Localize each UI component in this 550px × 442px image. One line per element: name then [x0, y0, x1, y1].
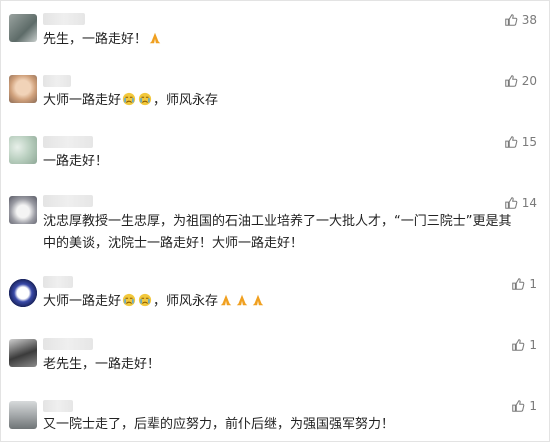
like-count: 1 [529, 338, 537, 352]
baby-avatar[interactable] [9, 75, 37, 103]
username-redacted[interactable] [43, 136, 93, 148]
username-redacted[interactable] [43, 276, 73, 288]
comment-text: 大师一路走好 ，师风永存 [43, 92, 219, 108]
pray-emoji-icon [149, 32, 161, 44]
comment-text: 老先生，一路走好！ [43, 357, 161, 372]
crying-emoji-icon [122, 92, 136, 106]
thumbs-up-icon [512, 278, 525, 290]
cat-avatar[interactable] [9, 14, 37, 42]
thumbs-up-icon [504, 136, 518, 148]
crying-emoji-icon [138, 293, 152, 307]
dog-avatar[interactable] [9, 196, 37, 224]
comment-list: 先生，一路走好！ 38 大师一路走好 ，师风永存 20 一路走好！ 15 沈忠厚教… [0, 0, 550, 442]
like-count: 20 [521, 74, 537, 88]
like-count: 1 [529, 277, 537, 291]
comment-text: 沈忠厚教授一生忠厚，为祖国的石油工业培养了一大批人才，“一门三院士”更是其 中的… [43, 214, 512, 251]
crying-emoji-icon [122, 293, 136, 307]
badge-avatar[interactable] [9, 279, 37, 307]
username-redacted[interactable] [43, 75, 71, 87]
thumbs-up-icon [512, 400, 525, 412]
flowers-avatar[interactable] [9, 136, 37, 164]
comment-text: 又一院士走了，后辈的应努力，前仆后继，为强国强军努力！ [43, 417, 395, 432]
thumbs-up-icon [504, 75, 518, 87]
like-button[interactable]: 38 [504, 11, 537, 29]
like-count: 1 [529, 399, 537, 413]
thumbs-up-icon [512, 339, 525, 351]
username-redacted[interactable] [43, 338, 93, 350]
comment-text: 一路走好！ [43, 154, 109, 169]
like-count: 38 [521, 13, 537, 27]
thumbs-up-icon [504, 14, 518, 26]
username-redacted[interactable] [43, 400, 73, 412]
pray-emoji-icon [236, 294, 248, 306]
crying-emoji-icon [138, 92, 152, 106]
like-button[interactable]: 1 [511, 336, 537, 354]
landscape-avatar[interactable] [9, 401, 37, 429]
comment-text: 大师一路走好 ，师风永存 [43, 291, 513, 313]
like-button[interactable]: 15 [504, 133, 537, 151]
thumbs-up-icon [504, 197, 518, 209]
like-button[interactable]: 1 [511, 275, 537, 293]
like-count: 14 [521, 196, 537, 210]
pray-emoji-icon [252, 294, 264, 306]
like-button[interactable]: 14 [504, 194, 537, 212]
like-count: 15 [521, 135, 537, 149]
username-redacted[interactable] [43, 195, 93, 207]
username-redacted[interactable] [43, 13, 85, 25]
like-button[interactable]: 20 [504, 72, 537, 90]
pray-emoji-icon [220, 294, 232, 306]
person-avatar[interactable] [9, 339, 37, 367]
like-button[interactable]: 1 [511, 397, 537, 415]
comment-text: 先生，一路走好！ [43, 29, 513, 51]
